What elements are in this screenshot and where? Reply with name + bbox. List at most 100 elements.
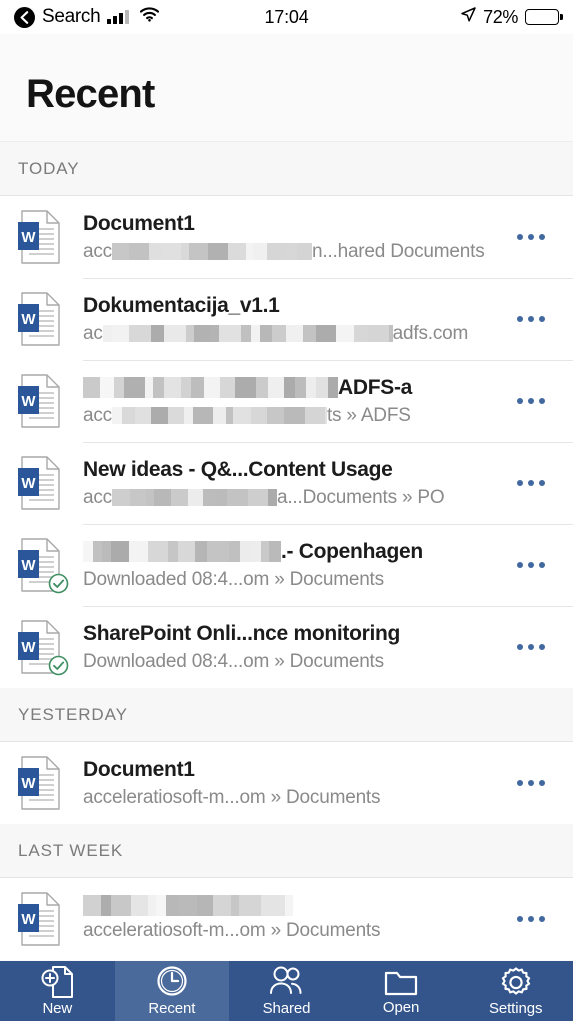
- section-header: YESTERDAY: [0, 688, 573, 742]
- app-screen: Search 17:04 72% Recent TODAY W Document…: [0, 0, 573, 1021]
- file-text-container: SharePoint Onli...nce monitoring Download…: [83, 621, 503, 674]
- file-title: ADFS-a: [83, 375, 495, 401]
- more-options-icon[interactable]: [503, 891, 559, 947]
- more-options-icon[interactable]: [503, 373, 559, 429]
- tab-shared[interactable]: Shared: [229, 961, 344, 1021]
- more-options-icon[interactable]: [503, 209, 559, 265]
- file-text-container: acceleratiosoft-m...om » Documents: [83, 895, 503, 943]
- file-subtitle-prefix: Downloaded 08:4...om » Documents: [83, 568, 384, 590]
- recent-files-list: TODAY W Document1 acc n...hared Documents W Do…: [0, 142, 573, 960]
- redacted-text: [102, 325, 393, 342]
- more-options-icon[interactable]: [503, 537, 559, 593]
- file-subtitle-suffix: adfs.com: [392, 322, 469, 344]
- file-title: .- Copenhagen: [83, 539, 495, 565]
- file-subtitle-prefix: acceleratiosoft-m...om » Documents: [83, 786, 381, 808]
- tab-label: Settings: [488, 999, 543, 1017]
- status-bar: Search 17:04 72%: [0, 0, 573, 34]
- tab-label: Open: [382, 999, 420, 1016]
- more-options-icon[interactable]: [503, 291, 559, 347]
- file-icon-container: W: [16, 455, 83, 511]
- file-list-item[interactable]: W Document1 acceleratiosoft-m...om » Docum…: [0, 742, 573, 824]
- redacted-text: [83, 541, 281, 562]
- word-document-icon: W: [16, 209, 64, 265]
- file-title: Dokumentacija_v1.1: [83, 293, 495, 319]
- file-list-item[interactable]: W .- Copenhagen Downloaded 08:4...om » Doc…: [0, 524, 573, 606]
- file-subtitle: acc ts » ADFS: [83, 404, 495, 428]
- word-document-icon: W: [16, 619, 69, 676]
- file-list-item[interactable]: W Document1 acc n...hared Documents: [0, 196, 573, 278]
- back-chevron-icon[interactable]: [14, 6, 35, 28]
- tab-label: Recent: [148, 1000, 196, 1017]
- downloaded-check-icon: [48, 573, 69, 594]
- file-list-item[interactable]: W Dokumentacija_v1.1ac adfs.com: [0, 278, 573, 360]
- battery-percent: 72%: [483, 6, 518, 27]
- page-title: Recent: [26, 72, 155, 116]
- word-document-icon: W: [16, 891, 64, 947]
- file-text-container: Document1 acceleratiosoft-m...om » Docume…: [83, 757, 503, 810]
- file-title: Document1: [83, 757, 495, 783]
- section-header: LAST WEEK: [0, 824, 573, 878]
- more-options-icon[interactable]: [503, 619, 559, 675]
- file-subtitle-suffix: ts » ADFS: [326, 404, 411, 426]
- file-list-item[interactable]: W ADFS-a acc ts » ADFS: [0, 360, 573, 442]
- word-document-icon: W: [16, 291, 64, 347]
- tab-open[interactable]: Open: [344, 961, 459, 1021]
- file-title: New ideas - Q&...Content Usage: [83, 457, 495, 483]
- signal-bars-icon: [107, 10, 130, 24]
- tab-settings[interactable]: Settings: [458, 961, 573, 1021]
- svg-text:W: W: [21, 393, 36, 410]
- svg-text:W: W: [21, 775, 36, 792]
- file-title-text: Document1: [83, 757, 195, 781]
- folder-icon: [384, 966, 418, 998]
- file-title: [83, 895, 495, 916]
- back-label[interactable]: Search: [42, 6, 101, 28]
- file-title-visible-part: ADFS-a: [338, 375, 413, 399]
- file-text-container: Document1 acc n...hared Documents: [83, 211, 503, 264]
- gear-icon: [500, 966, 532, 999]
- new-document-icon: [41, 965, 74, 999]
- svg-text:W: W: [21, 311, 36, 328]
- file-subtitle: acc a...Documents » PO: [83, 486, 495, 510]
- location-arrow-icon: [461, 7, 476, 27]
- file-title: Document1: [83, 211, 495, 237]
- more-options-icon[interactable]: [503, 755, 559, 811]
- svg-text:W: W: [21, 911, 36, 928]
- status-bar-right: 72%: [461, 7, 559, 28]
- tab-label: New: [42, 1000, 73, 1017]
- word-document-icon: W: [16, 537, 69, 594]
- tab-recent[interactable]: Recent: [114, 961, 230, 1021]
- file-subtitle-prefix: acc: [83, 240, 112, 262]
- file-list-item[interactable]: Wacceleratiosoft-m...om » Documents: [0, 878, 573, 960]
- file-title-text: Document1: [83, 211, 195, 235]
- file-subtitle: acc n...hared Documents: [83, 240, 495, 264]
- redacted-text: [111, 243, 312, 260]
- svg-text:W: W: [21, 475, 36, 492]
- clock-icon: [156, 965, 188, 999]
- file-subtitle-prefix: ac: [83, 322, 103, 344]
- word-document-icon: W: [16, 373, 64, 429]
- svg-text:W: W: [21, 639, 36, 656]
- redacted-text: [111, 489, 277, 506]
- file-subtitle-suffix: n...hared Documents: [311, 240, 485, 262]
- section-header-label: YESTERDAY: [18, 704, 128, 724]
- file-title-text: SharePoint Onli...nce monitoring: [83, 621, 401, 645]
- file-icon-container: W: [16, 209, 83, 265]
- section-header-label: LAST WEEK: [18, 840, 124, 860]
- file-list-item[interactable]: W SharePoint Onli...nce monitoring Downloa…: [0, 606, 573, 688]
- file-subtitle-prefix: acc: [83, 404, 112, 426]
- tab-bar: New Recent Shared Open Settings: [0, 961, 573, 1021]
- wifi-icon: [140, 7, 160, 27]
- file-title: SharePoint Onli...nce monitoring: [83, 621, 495, 647]
- file-text-container: ADFS-a acc ts » ADFS: [83, 375, 503, 428]
- page-header: Recent: [0, 34, 573, 142]
- file-list-item[interactable]: W New ideas - Q&...Content Usage acc a...Do…: [0, 442, 573, 524]
- tab-new[interactable]: New: [0, 961, 115, 1021]
- file-text-container: New ideas - Q&...Content Usage acc a...Doc…: [83, 457, 503, 510]
- redacted-text: [83, 895, 293, 916]
- file-subtitle-prefix: acceleratiosoft-m...om » Documents: [83, 920, 381, 941]
- tab-label: Shared: [262, 1000, 311, 1017]
- file-icon-container: W: [16, 537, 83, 594]
- file-icon-container: W: [16, 891, 83, 947]
- file-subtitle: acceleratiosoft-m...om » Documents: [83, 786, 495, 810]
- more-options-icon[interactable]: [503, 455, 559, 511]
